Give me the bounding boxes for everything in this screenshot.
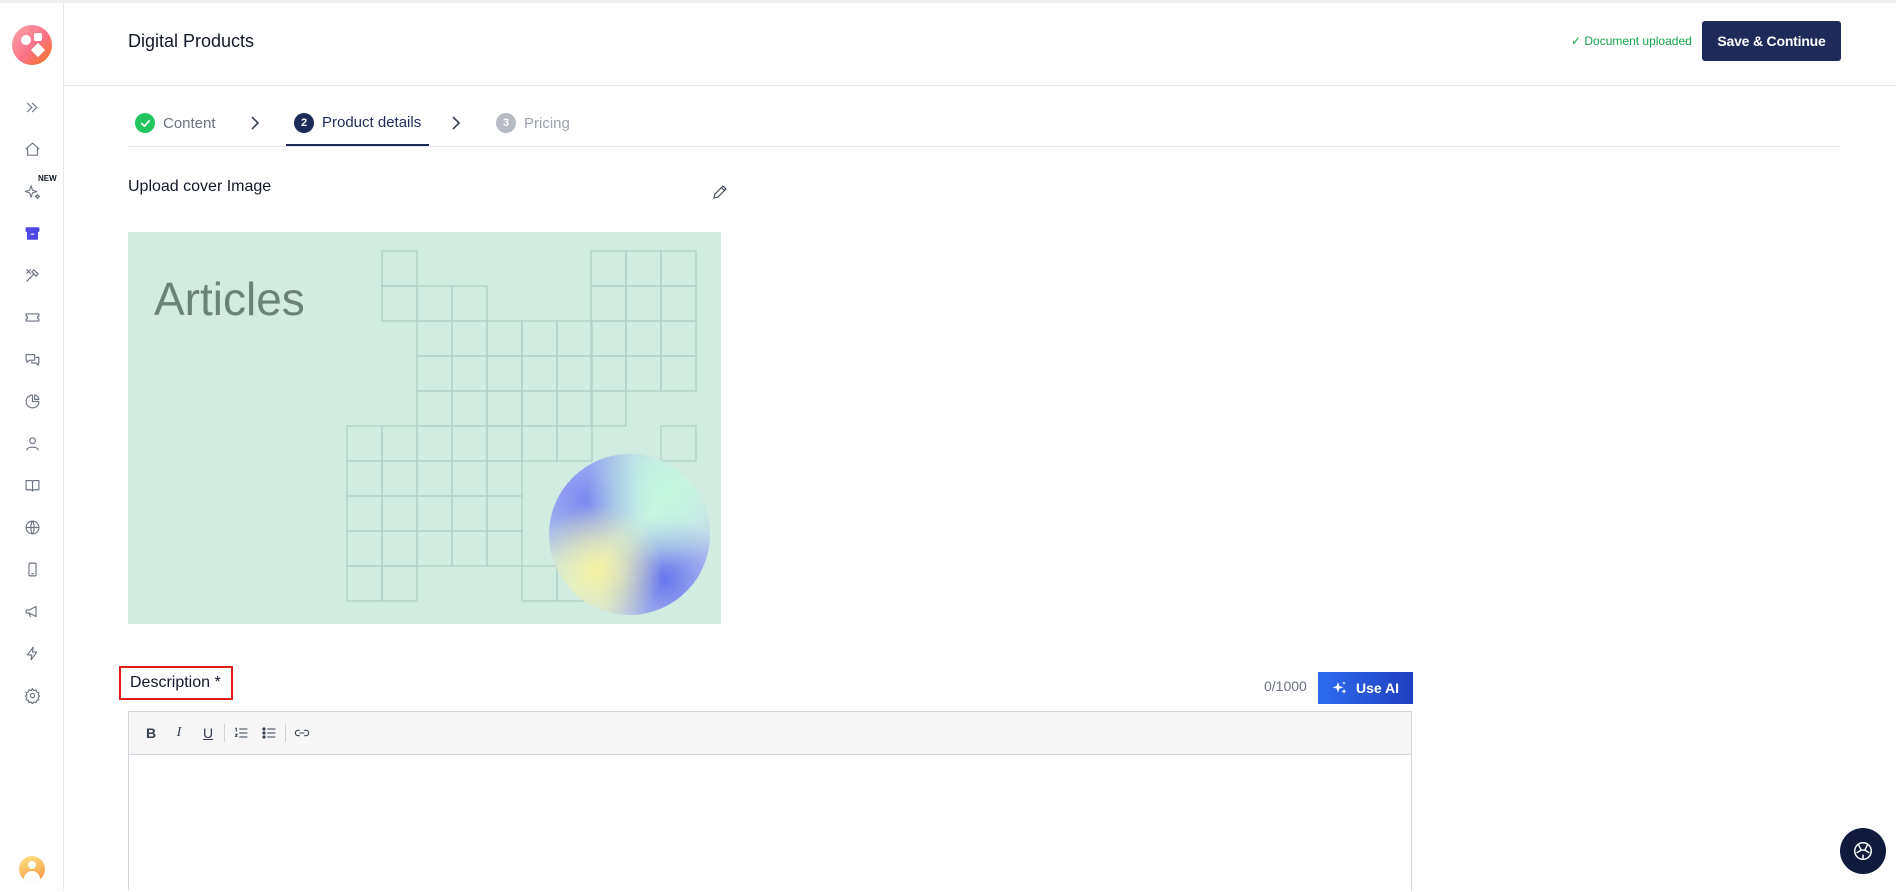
home-icon[interactable] [20, 137, 44, 161]
stepper: Content 2 Product details 3 Pricing [128, 101, 1840, 147]
document-status: ✓ Document uploaded [1571, 34, 1692, 48]
sidebar: NEW [0, 3, 64, 891]
cover-image-title: Articles [154, 273, 305, 325]
toolbar-divider [285, 724, 286, 742]
description-label: Description * [119, 666, 233, 700]
use-ai-button[interactable]: Use AI [1318, 672, 1413, 704]
upload-cover-label: Upload cover Image [128, 178, 272, 195]
ordered-list-icon[interactable] [231, 723, 251, 743]
step-number: 3 [496, 113, 516, 133]
cover-image[interactable]: Articles [128, 232, 721, 624]
character-counter: 0/1000 [1264, 678, 1307, 694]
step-product-details[interactable]: 2 Product details [286, 101, 430, 146]
use-ai-label: Use AI [1355, 680, 1400, 696]
megaphone-icon[interactable] [20, 599, 44, 623]
page-title: Digital Products [128, 31, 255, 51]
italic-button[interactable]: I [169, 723, 189, 743]
bold-button[interactable]: B [141, 723, 161, 743]
underline-button[interactable]: U [198, 723, 218, 743]
chat-icon[interactable] [20, 347, 44, 371]
step-label: Product details [322, 114, 422, 131]
gradient-orb [549, 454, 710, 615]
globe-icon[interactable] [20, 515, 44, 539]
new-badge: NEW [38, 174, 57, 183]
sparkle-icon [1332, 681, 1347, 694]
link-icon[interactable] [292, 723, 312, 743]
support-icon [1854, 842, 1872, 860]
step-pricing[interactable]: 3 Pricing [496, 101, 570, 145]
book-icon[interactable] [20, 473, 44, 497]
rich-text-editor: B I U [128, 711, 1412, 892]
user-avatar[interactable] [19, 856, 45, 882]
ticket-icon[interactable] [20, 305, 44, 329]
step-content[interactable]: Content [135, 101, 216, 145]
lightning-icon[interactable] [20, 641, 44, 665]
app-logo[interactable] [12, 25, 52, 65]
step-label: Pricing [524, 114, 570, 132]
settings-icon[interactable] [20, 683, 44, 707]
user-icon[interactable] [20, 431, 44, 455]
bullet-list-icon[interactable] [259, 723, 279, 743]
help-chat-button[interactable] [1840, 828, 1886, 874]
toolbar-divider [224, 724, 225, 742]
chevron-right-icon [449, 113, 463, 133]
save-continue-button[interactable]: Save & Continue [1702, 21, 1841, 61]
chevron-right-icon [248, 113, 262, 133]
mobile-icon[interactable] [20, 557, 44, 581]
description-label-text: Description * [130, 674, 221, 691]
step-number: 2 [294, 112, 314, 133]
tools-icon[interactable] [20, 263, 44, 287]
step-label: Content [163, 114, 216, 132]
archive-icon[interactable] [20, 221, 44, 245]
description-textarea[interactable] [129, 755, 1411, 892]
pie-chart-icon[interactable] [20, 389, 44, 413]
editor-toolbar: B I U [129, 712, 1411, 755]
expand-sidebar-icon[interactable] [20, 95, 44, 119]
check-icon [135, 113, 155, 133]
edit-pencil-icon[interactable] [711, 183, 729, 201]
